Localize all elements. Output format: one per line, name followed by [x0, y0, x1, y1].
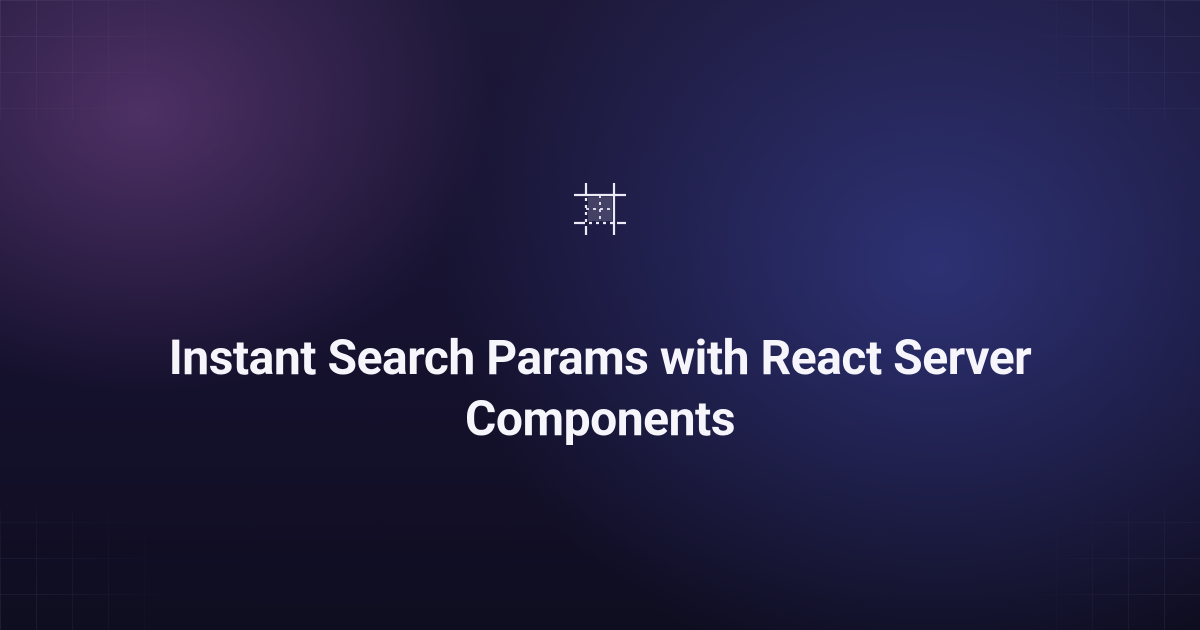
card-title: Instant Search Params with React Server … — [100, 327, 1100, 450]
buildui-logo-icon — [572, 181, 628, 237]
card-content: Instant Search Params with React Server … — [0, 0, 1200, 630]
